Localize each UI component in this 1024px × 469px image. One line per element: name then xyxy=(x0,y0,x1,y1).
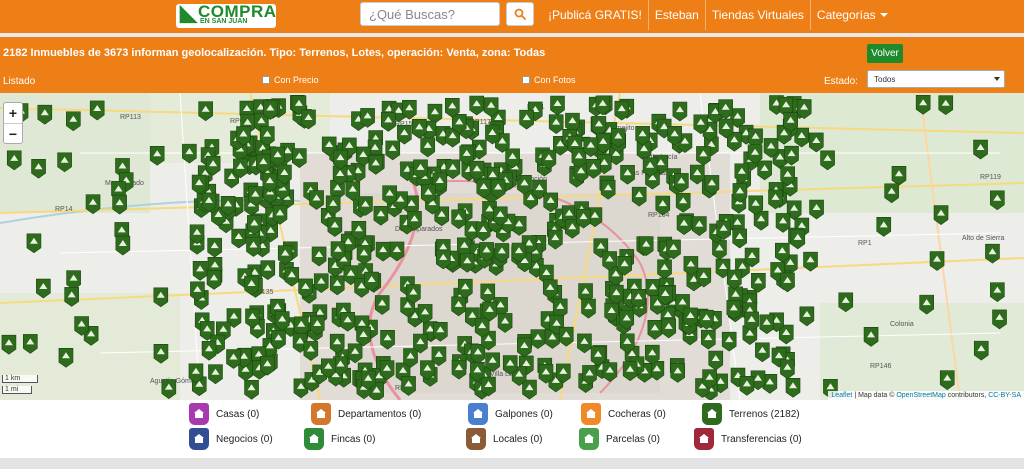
legend-label: Casas (0) xyxy=(216,408,260,420)
legend-label: Transferencias (0) xyxy=(721,433,802,445)
nav-label: Tiendas Virtuales xyxy=(711,8,804,22)
shop-icon xyxy=(189,428,209,450)
logo-mark-icon: ◣ xyxy=(180,0,197,25)
search-icon xyxy=(514,8,526,20)
bottom-strip xyxy=(0,458,1024,469)
map-attribution: Leaflet | Map data © OpenStreetMap contr… xyxy=(828,391,1024,400)
legend-label: Negocios (0) xyxy=(216,433,273,445)
legend-item-transferencias[interactable]: Transferencias (0) xyxy=(694,428,802,450)
con-fotos-label: Con Fotos xyxy=(534,75,576,85)
legend-item-terrenos[interactable]: Terrenos (2182) xyxy=(702,403,800,425)
warehouse-icon xyxy=(468,403,488,425)
legend-label: Departamentos (0) xyxy=(338,408,422,420)
legend-item-negocios[interactable]: Negocios (0) xyxy=(189,428,273,450)
nav-categorias-dropdown[interactable]: Categorías xyxy=(809,0,894,30)
con-precio-label: Con Precio xyxy=(274,75,319,85)
legend-label: Locales (0) xyxy=(493,433,543,445)
leaflet-link[interactable]: Leaflet xyxy=(831,392,852,399)
road-label: RP113 xyxy=(120,114,141,121)
nav-user-esteban[interactable]: Esteban xyxy=(647,0,705,30)
nav-label: ¡Publicá GRATIS! xyxy=(548,8,642,22)
top-navbar: ◣ COMPRA EN SAN JUAN ¡Publicá GRATIS! Es… xyxy=(0,0,1024,33)
con-precio-filter[interactable]: Con Precio xyxy=(262,75,319,85)
zoom-control: + − xyxy=(3,102,23,144)
store-icon xyxy=(466,428,486,450)
main-nav: ¡Publicá GRATIS! Esteban Tiendas Virtual… xyxy=(542,0,894,30)
legend-label: Fincas (0) xyxy=(331,433,376,445)
listado-link[interactable]: Listado xyxy=(3,76,35,87)
legend-item-departamentos[interactable]: Departamentos (0) xyxy=(311,403,421,425)
house-icon xyxy=(189,403,209,425)
estado-selected-value: Todos xyxy=(874,74,896,84)
filter-bar: 2182 Inmuebles de 3673 informan geolocal… xyxy=(0,37,1024,93)
category-legend: Casas (0) Departamentos (0) Galpones (0) Co… xyxy=(0,400,1024,458)
land-icon xyxy=(702,403,722,425)
zoom-in-button[interactable]: + xyxy=(4,103,22,123)
logo-subtitle: EN SAN JUAN xyxy=(200,18,248,25)
scale-km: 1 km xyxy=(2,375,38,383)
site-logo[interactable]: ◣ COMPRA EN SAN JUAN xyxy=(176,0,276,30)
license-link[interactable]: CC-BY-SA xyxy=(988,392,1021,399)
building-icon xyxy=(311,403,331,425)
search-input[interactable] xyxy=(360,2,500,26)
nav-label: Categorías xyxy=(816,8,876,22)
legend-label: Galpones (0) xyxy=(495,408,553,420)
road-label: RP1 xyxy=(858,240,872,247)
con-fotos-checkbox[interactable] xyxy=(522,76,530,84)
nav-publica-gratis[interactable]: ¡Publicá GRATIS! xyxy=(542,0,648,30)
road-label: RP119 xyxy=(980,174,1001,181)
road-label: RP14 xyxy=(55,206,73,213)
legend-item-locales[interactable]: Locales (0) xyxy=(466,428,542,450)
estado-label: Estado: xyxy=(824,76,858,87)
chevron-down-icon xyxy=(994,77,1000,81)
car-icon xyxy=(581,403,601,425)
search-button[interactable] xyxy=(506,2,534,26)
legend-item-cocheras[interactable]: Cocheras (0) xyxy=(581,403,666,425)
attribution-text: | Map data © xyxy=(852,392,897,399)
volver-button[interactable]: Volver xyxy=(867,44,903,63)
chevron-down-icon xyxy=(879,13,888,17)
scale-mi: 1 mi xyxy=(2,386,32,394)
results-summary: 2182 Inmuebles de 3673 informan geolocal… xyxy=(3,47,546,59)
attribution-text: contributors, xyxy=(945,392,989,399)
zoom-out-button[interactable]: − xyxy=(4,123,22,143)
osm-link[interactable]: OpenStreetMap xyxy=(896,392,945,399)
legend-item-casas[interactable]: Casas (0) xyxy=(189,403,259,425)
legend-label: Parcelas (0) xyxy=(606,433,660,445)
legend-item-parcelas[interactable]: Parcelas (0) xyxy=(579,428,660,450)
transfer-icon xyxy=(694,428,714,450)
con-fotos-filter[interactable]: Con Fotos xyxy=(522,75,576,85)
map-view[interactable]: RP113RP68RP15RP117RP21BermejitoSanta Luc… xyxy=(0,93,1024,400)
map-canvas[interactable]: RP113RP68RP15RP117RP21BermejitoSanta Luc… xyxy=(0,93,1024,400)
legend-label: Terrenos (2182) xyxy=(729,408,800,420)
con-precio-checkbox[interactable] xyxy=(262,76,270,84)
road-label: RP146 xyxy=(870,363,892,370)
estado-select[interactable]: Todos xyxy=(867,70,1005,88)
road-label: Alto de Sierra xyxy=(962,235,1005,242)
nav-tiendas-virtuales[interactable]: Tiendas Virtuales xyxy=(704,0,810,30)
nav-label: Esteban xyxy=(654,8,699,22)
legend-label: Cocheras (0) xyxy=(608,408,666,420)
legend-item-fincas[interactable]: Fincas (0) xyxy=(304,428,375,450)
legend-item-galpones[interactable]: Galpones (0) xyxy=(468,403,553,425)
road-label: RP104 xyxy=(648,212,670,219)
farm-icon xyxy=(304,428,324,450)
plot-icon xyxy=(579,428,599,450)
road-label: Colonia xyxy=(890,321,914,328)
